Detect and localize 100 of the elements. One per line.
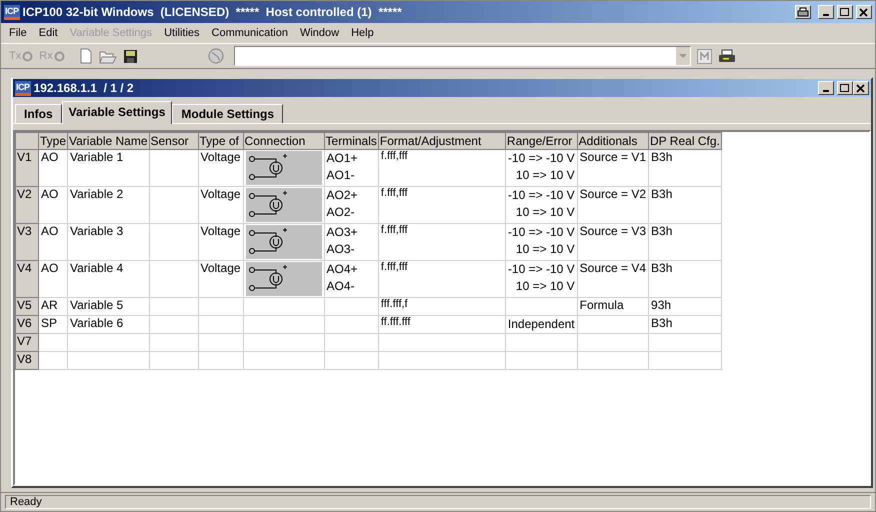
table-cell: AO (38, 150, 68, 186)
menu-item[interactable]: Utilities (158, 27, 206, 39)
table-cell: Variable 4 (68, 260, 149, 298)
column-header: Type (38, 132, 68, 150)
row-header: V7 (16, 334, 38, 352)
range-text: -10 => -10 V (508, 261, 575, 278)
terminal-label: AO1+ (326, 150, 359, 167)
save-icon[interactable] (122, 48, 138, 64)
row-header: V3 (16, 224, 38, 260)
column-header: Connection (243, 132, 324, 150)
print-button[interactable] (795, 5, 811, 19)
menu-item[interactable]: Communication (206, 27, 294, 39)
column-header: Terminals (324, 132, 378, 150)
menu-item[interactable]: Window (294, 27, 346, 39)
app-logo: ICP (4, 4, 20, 20)
row-header: V6 (16, 316, 38, 334)
format-text: fff.fff,f (380, 298, 408, 310)
minimize-button[interactable] (818, 81, 834, 95)
table-cell: AO (38, 186, 68, 224)
table-cell: AO (38, 224, 68, 260)
terminal-label: AO3+ (326, 224, 359, 241)
printer-icon (797, 7, 809, 17)
table-cell: Variable 1 (68, 150, 149, 186)
corner-header (16, 132, 38, 150)
menu-item[interactable]: Help (345, 27, 380, 39)
terminal-label: AO2- (326, 204, 356, 221)
range-text: -10 => -10 V (508, 187, 575, 204)
maximize-icon (840, 84, 850, 92)
column-header: Type of (198, 132, 244, 150)
column-header: Additionals (577, 132, 649, 150)
table-cell: AR (38, 298, 68, 316)
format-text: f.fff,fff (380, 224, 408, 236)
range-text: -10 => -10 V (508, 224, 575, 241)
table-cell: B3h (648, 316, 722, 334)
table-cell: Formula (577, 298, 649, 316)
tab[interactable]: Variable Settings (62, 101, 172, 124)
format-text: ff.fff.fff (380, 316, 410, 328)
table-cell: Voltage (198, 224, 244, 260)
range-text: 10 => 10 V (514, 167, 575, 184)
row-header: V2 (16, 186, 38, 224)
terminal-label: AO1- (326, 167, 356, 184)
minimize-icon (823, 90, 829, 92)
format-text: f.fff,fff (380, 261, 408, 273)
maximize-button[interactable] (837, 5, 853, 19)
menu-item[interactable]: File (3, 27, 33, 39)
column-header: Range/Error (505, 132, 578, 150)
column-header: DP Real Cfg. (648, 132, 722, 150)
row-header: V5 (16, 298, 38, 316)
tab[interactable]: Infos (15, 104, 62, 123)
range-text: 10 => 10 V (514, 278, 575, 295)
new-file-icon[interactable] (78, 48, 93, 64)
printer-icon[interactable] (718, 48, 736, 64)
table-cell: B3h (648, 186, 722, 224)
table-cell: AO (38, 260, 68, 298)
format-text: f.fff,fff (380, 187, 408, 199)
table-cell: Voltage (198, 186, 244, 224)
status-text: Ready (5, 495, 871, 509)
voltage-source-icon (246, 151, 322, 185)
tx-indicator: Tx (9, 50, 34, 62)
minimize-icon (823, 14, 829, 16)
table-cell: Variable 3 (68, 224, 149, 260)
column-header: Variable Name (68, 132, 149, 150)
range-text: 10 => 10 V (514, 241, 575, 258)
terminal-label: AO3- (326, 241, 356, 258)
close-icon (856, 84, 866, 92)
table-cell: B3h (648, 224, 722, 260)
led-icon (54, 50, 65, 62)
maximize-button[interactable] (837, 81, 853, 95)
table-cell: B3h (648, 260, 722, 298)
table-cell: 93h (648, 298, 722, 316)
address-field[interactable] (234, 46, 691, 66)
table-cell: Variable 2 (68, 186, 149, 224)
voltage-source-icon (246, 225, 322, 259)
app-logo: ICP (15, 80, 31, 96)
column-header: Format/Adjustment (378, 132, 506, 150)
table-cell: Variable 6 (68, 316, 149, 334)
range-text: -10 => -10 V (508, 150, 575, 167)
terminal-label: AO2+ (326, 187, 359, 204)
close-button[interactable] (856, 5, 872, 19)
table-cell: B3h (648, 150, 722, 186)
minimize-button[interactable] (818, 5, 834, 19)
terminal-label: AO4- (326, 278, 356, 295)
table-cell: SP (38, 316, 68, 334)
rx-indicator: Rx (39, 50, 65, 62)
range-text: 10 => 10 V (514, 204, 575, 221)
window-title: 192.168.1.1 / 1 / 2 (34, 81, 135, 95)
menu-item[interactable]: Edit (32, 27, 64, 39)
close-icon (859, 8, 869, 16)
row-header: V4 (16, 260, 38, 298)
terminal-label: AO4+ (326, 261, 359, 278)
close-button[interactable] (853, 81, 869, 95)
table-cell: Source = V4 (577, 260, 649, 298)
table-cell: Source = V3 (577, 224, 649, 260)
tab[interactable]: Module Settings (172, 104, 284, 123)
range-text: Independent (508, 316, 575, 333)
voltage-source-icon (246, 188, 322, 222)
table-cell: Source = V2 (577, 186, 649, 224)
column-header: Sensor (149, 132, 198, 150)
led-icon (22, 50, 34, 62)
folder-icon[interactable] (98, 48, 117, 64)
